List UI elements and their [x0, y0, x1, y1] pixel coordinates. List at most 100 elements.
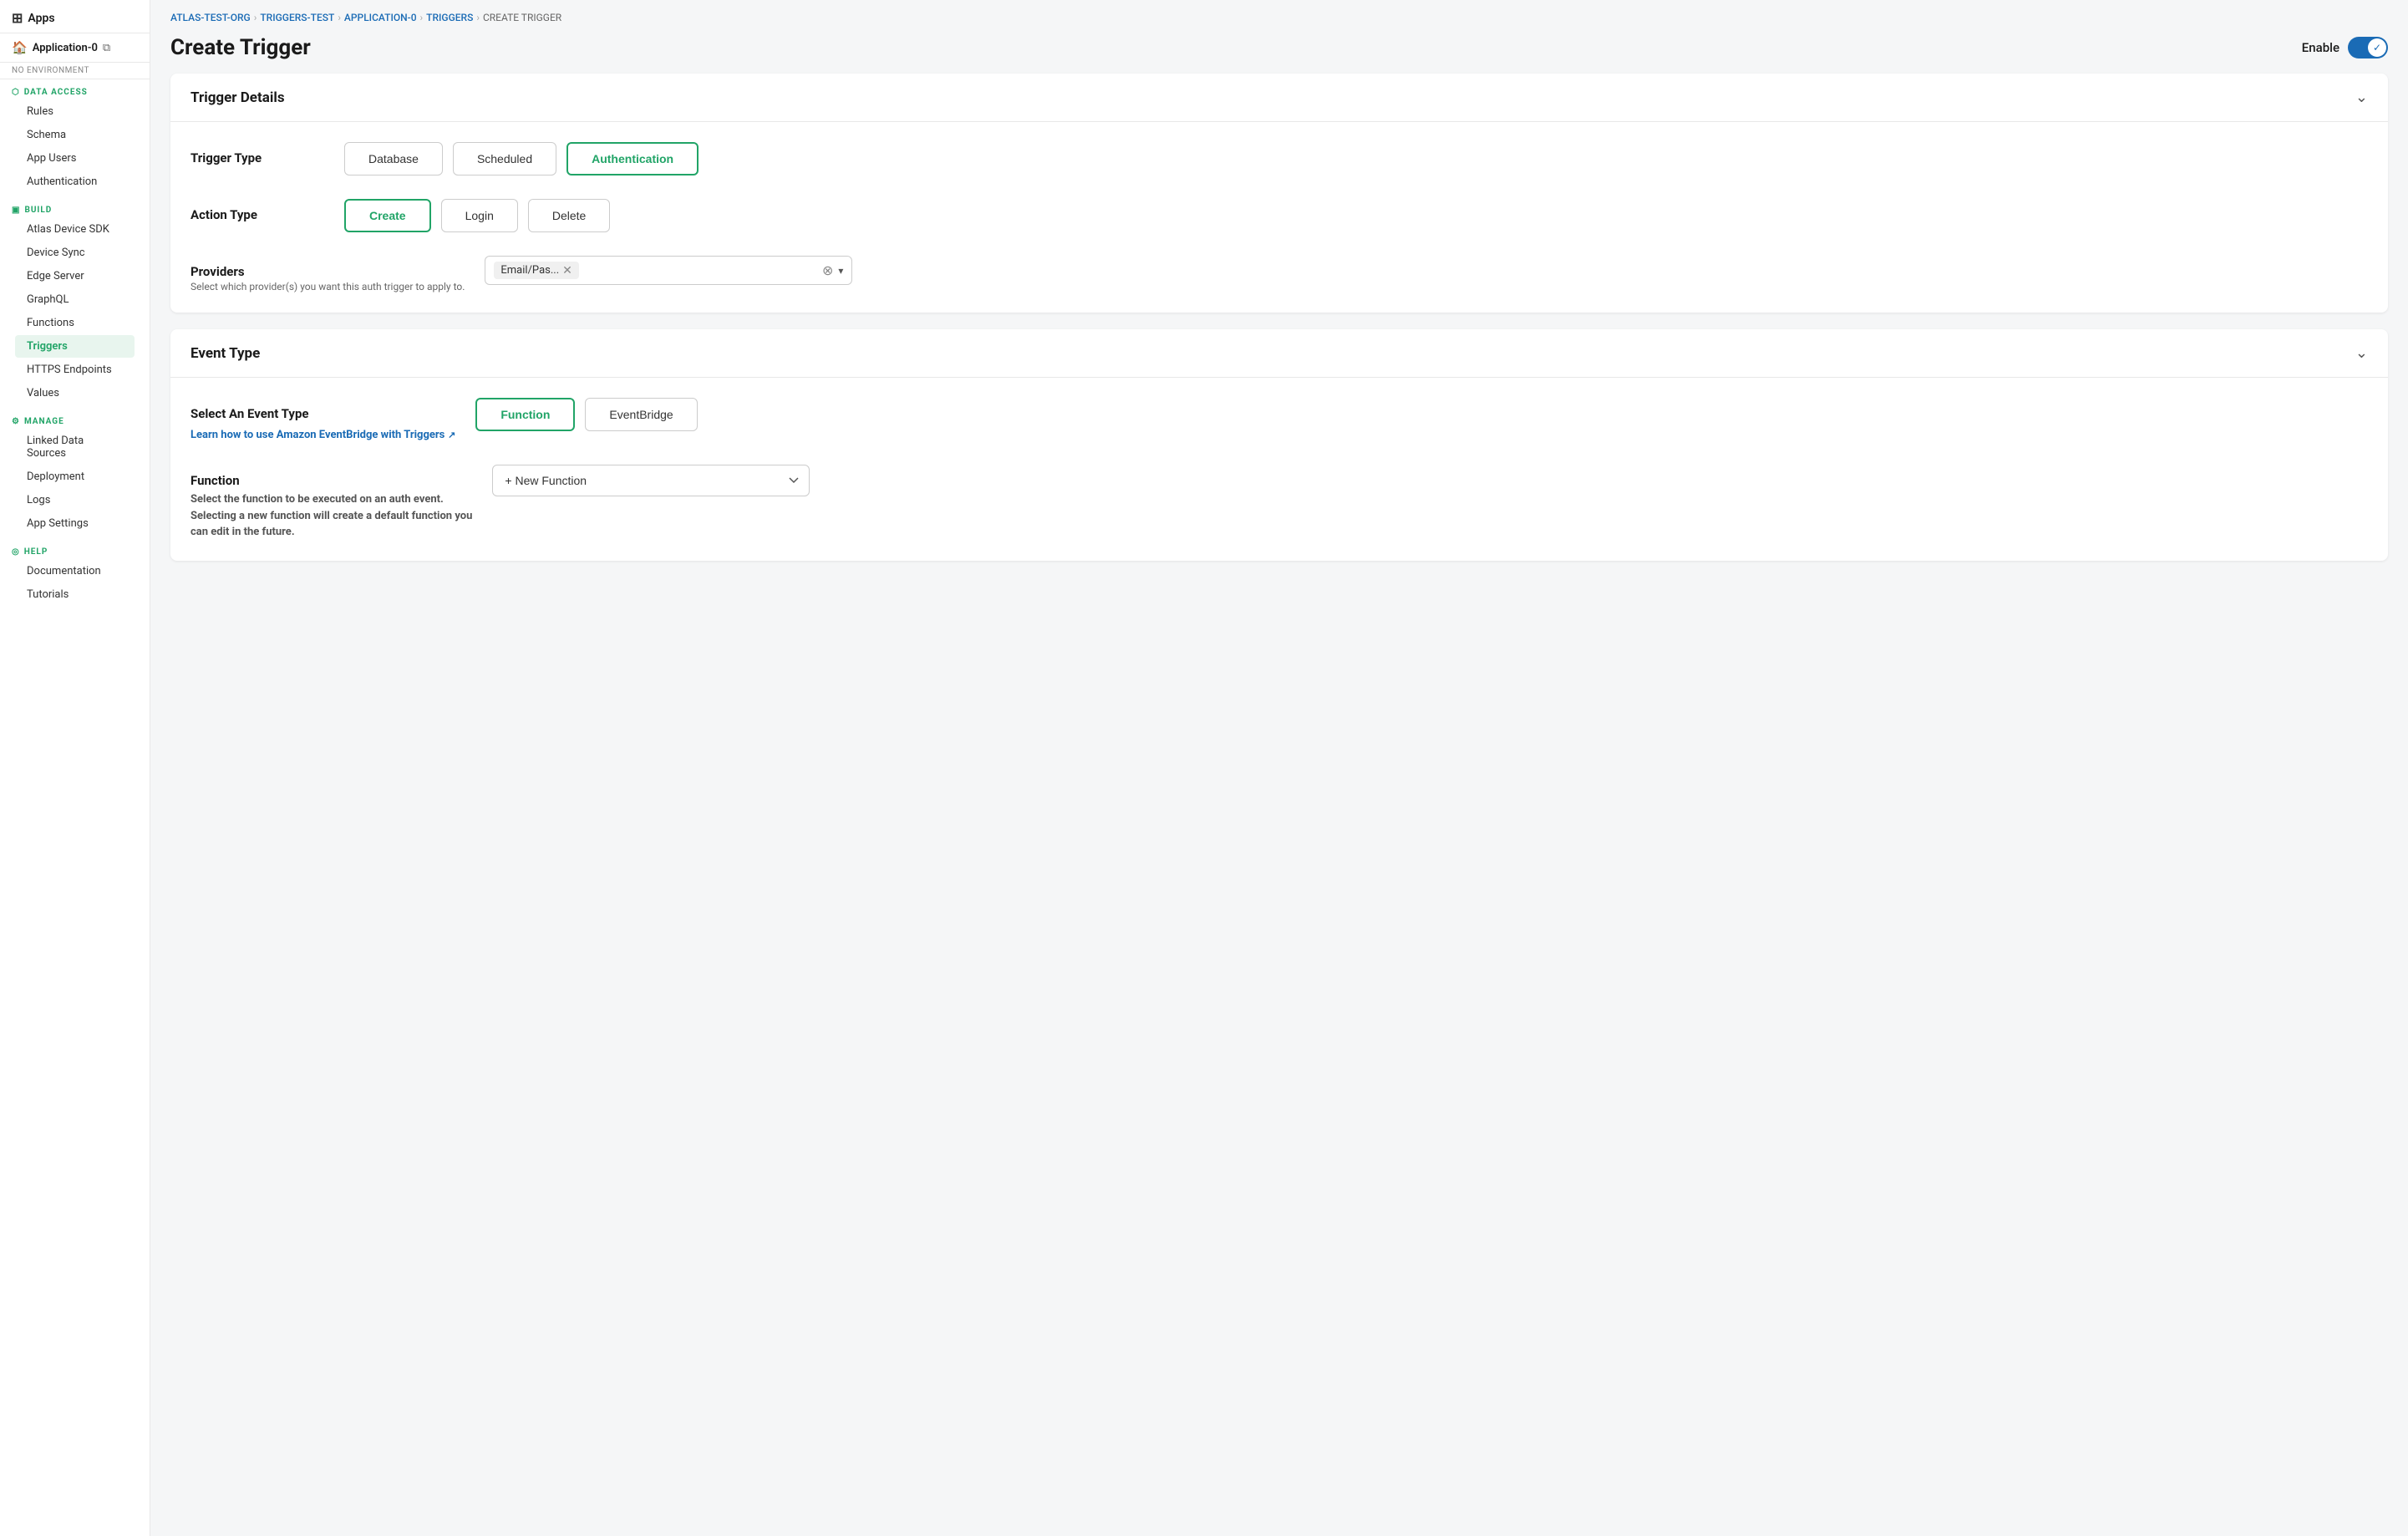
providers-input[interactable]: Email/Pas... ✕ ⊗ ▾ — [485, 256, 852, 285]
providers-label-container: Providers Select which provider(s) you w… — [191, 256, 465, 292]
breadcrumb-app[interactable]: APPLICATION-0 — [344, 12, 417, 23]
sidebar-item-triggers[interactable]: Triggers — [15, 335, 135, 358]
action-type-create[interactable]: Create — [344, 199, 431, 232]
app-row: 🏠 Application-0 ⧉ — [0, 33, 150, 63]
breadcrumb-current: CREATE TRIGGER — [483, 12, 561, 23]
section-help: ◎ HELP Documentation Tutorials — [0, 539, 150, 610]
sidebar-item-app-users[interactable]: App Users — [15, 147, 135, 170]
action-type-row: Action Type Create Login Delete — [191, 199, 2368, 232]
section-label-data-access: ⬡ DATA ACCESS — [12, 88, 138, 97]
select-event-type-label: Select An Event Type — [191, 406, 455, 421]
event-type-body: Select An Event Type Learn how to use Am… — [170, 378, 2388, 561]
sidebar-item-app-settings[interactable]: App Settings — [15, 512, 135, 535]
external-link-icon: ↗ — [448, 430, 455, 440]
providers-sublabel: Select which provider(s) you want this a… — [191, 281, 465, 292]
provider-tag: Email/Pas... ✕ — [494, 262, 578, 279]
function-select[interactable]: + New Function — [492, 465, 810, 496]
apps-link[interactable]: ⊞ Apps — [12, 10, 138, 26]
sidebar-item-atlas-device-sdk[interactable]: Atlas Device SDK — [15, 218, 135, 241]
toggle-knob: ✓ — [2368, 38, 2386, 57]
event-type-header[interactable]: Event Type ⌄ — [170, 329, 2388, 377]
env-badge: NO ENVIRONMENT — [0, 63, 150, 79]
page-title: Create Trigger — [170, 35, 311, 60]
event-type-function[interactable]: Function — [475, 398, 575, 431]
event-type-chevron: ⌄ — [2355, 344, 2368, 362]
trigger-type-scheduled[interactable]: Scheduled — [453, 142, 556, 175]
provider-tag-label: Email/Pas... — [500, 264, 559, 277]
action-type-label: Action Type — [191, 199, 324, 222]
sidebar: ⊞ Apps 🏠 Application-0 ⧉ NO ENVIRONMENT … — [0, 0, 150, 1536]
breadcrumb-section[interactable]: TRIGGERS — [426, 12, 473, 23]
trigger-type-label: Trigger Type — [191, 142, 324, 165]
section-label-manage: ⚙ MANAGE — [12, 417, 138, 426]
sidebar-item-tutorials[interactable]: Tutorials — [15, 583, 135, 606]
breadcrumb-sep-4: › — [476, 12, 480, 23]
copy-icon[interactable]: ⧉ — [103, 42, 110, 54]
section-manage: ⚙ MANAGE Linked Data Sources Deployment … — [0, 409, 150, 539]
manage-icon: ⚙ — [12, 417, 20, 426]
function-label-container: Function Select the function to be execu… — [191, 465, 472, 541]
section-label-build: ▣ BUILD — [12, 206, 138, 215]
section-data-access: ⬡ DATA ACCESS Rules Schema App Users Aut… — [0, 79, 150, 197]
trigger-type-database[interactable]: Database — [344, 142, 443, 175]
trigger-type-authentication[interactable]: Authentication — [566, 142, 699, 175]
breadcrumb-sep-3: › — [420, 12, 424, 23]
action-type-delete[interactable]: Delete — [528, 199, 610, 232]
trigger-type-group: Database Scheduled Authentication — [344, 142, 699, 175]
sidebar-item-authentication[interactable]: Authentication — [15, 170, 135, 193]
enable-toggle[interactable]: ✓ — [2348, 37, 2388, 58]
sidebar-item-functions[interactable]: Functions — [15, 312, 135, 334]
sidebar-item-values[interactable]: Values — [15, 382, 135, 404]
providers-label: Providers — [191, 264, 465, 279]
event-type-group: Function EventBridge — [475, 398, 697, 431]
function-label: Function — [191, 473, 472, 488]
sidebar-item-edge-server[interactable]: Edge Server — [15, 265, 135, 287]
sidebar-item-schema[interactable]: Schema — [15, 124, 135, 146]
enable-row: Enable ✓ — [2302, 37, 2388, 58]
build-icon: ▣ — [12, 206, 20, 215]
trigger-details-card: Trigger Details ⌄ Trigger Type Database … — [170, 74, 2388, 313]
data-access-icon: ⬡ — [12, 88, 20, 97]
event-type-eventbridge[interactable]: EventBridge — [585, 398, 697, 431]
breadcrumb-sep-1: › — [254, 12, 257, 23]
sidebar-item-device-sync[interactable]: Device Sync — [15, 242, 135, 264]
grid-icon: ⊞ — [12, 10, 23, 26]
providers-row: Providers Select which provider(s) you w… — [191, 256, 2368, 292]
enable-label: Enable — [2302, 40, 2339, 55]
breadcrumb-project[interactable]: TRIGGERS-TEST — [260, 12, 334, 23]
action-type-group: Create Login Delete — [344, 199, 610, 232]
sidebar-item-https-endpoints[interactable]: HTTPS Endpoints — [15, 359, 135, 381]
sidebar-top: ⊞ Apps — [0, 0, 150, 33]
action-type-login[interactable]: Login — [441, 199, 518, 232]
breadcrumb-org[interactable]: ATLAS-TEST-ORG — [170, 12, 251, 23]
home-icon: 🏠 — [12, 40, 28, 55]
tag-remove-button[interactable]: ✕ — [562, 265, 572, 277]
trigger-details-header[interactable]: Trigger Details ⌄ — [170, 74, 2388, 121]
breadcrumb-sep-2: › — [338, 12, 341, 23]
main-content: ATLAS-TEST-ORG › TRIGGERS-TEST › APPLICA… — [150, 0, 2408, 1536]
breadcrumb: ATLAS-TEST-ORG › TRIGGERS-TEST › APPLICA… — [150, 0, 2408, 28]
sidebar-item-logs[interactable]: Logs — [15, 489, 135, 511]
providers-input-right: ⊗ ▾ — [822, 262, 843, 278]
function-row: Function Select the function to be execu… — [191, 465, 2368, 541]
providers-dropdown-arrow[interactable]: ▾ — [838, 265, 843, 277]
select-event-type-label-container: Select An Event Type Learn how to use Am… — [191, 398, 455, 441]
trigger-details-chevron: ⌄ — [2355, 89, 2368, 106]
section-build: ▣ BUILD Atlas Device SDK Device Sync Edg… — [0, 197, 150, 409]
trigger-details-title: Trigger Details — [191, 89, 285, 106]
trigger-type-row: Trigger Type Database Scheduled Authenti… — [191, 142, 2368, 175]
event-type-card: Event Type ⌄ Select An Event Type Learn … — [170, 329, 2388, 561]
sidebar-item-linked-data-sources[interactable]: Linked Data Sources — [15, 430, 135, 465]
sidebar-item-deployment[interactable]: Deployment — [15, 465, 135, 488]
app-name[interactable]: Application-0 — [33, 42, 98, 54]
clear-all-button[interactable]: ⊗ — [822, 262, 833, 278]
section-label-help: ◎ HELP — [12, 547, 138, 557]
help-icon: ◎ — [12, 547, 20, 557]
sidebar-item-documentation[interactable]: Documentation — [15, 560, 135, 582]
sidebar-item-rules[interactable]: Rules — [15, 100, 135, 123]
event-type-title: Event Type — [191, 345, 260, 362]
eventbridge-learn-link[interactable]: Learn how to use Amazon EventBridge with… — [191, 429, 445, 441]
function-select-container: + New Function — [492, 465, 810, 496]
apps-label: Apps — [28, 12, 54, 25]
sidebar-item-graphql[interactable]: GraphQL — [15, 288, 135, 311]
